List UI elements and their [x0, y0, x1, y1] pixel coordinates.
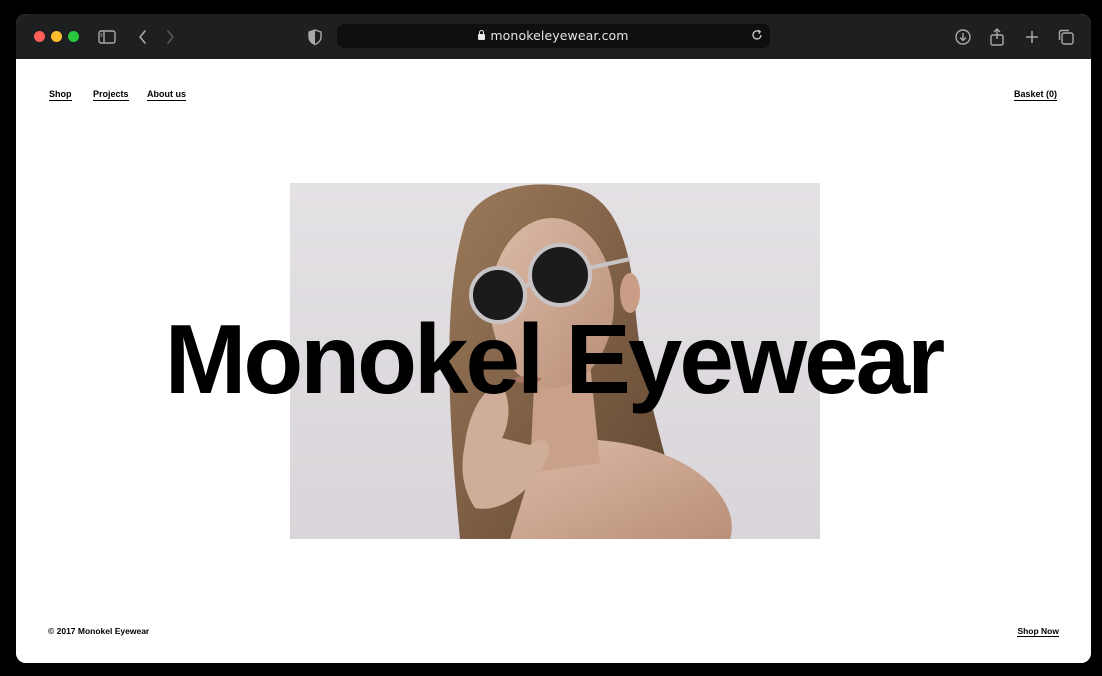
url-text: monokeleyewear.com: [490, 28, 629, 43]
address-bar[interactable]: monokeleyewear.com: [337, 24, 770, 48]
lock-icon: [478, 30, 486, 40]
nav-projects-link[interactable]: Projects: [93, 89, 129, 101]
new-tab-icon[interactable]: [1021, 26, 1043, 48]
nav-shop-link[interactable]: Shop: [49, 89, 72, 101]
forward-icon[interactable]: [159, 26, 181, 48]
share-icon[interactable]: [986, 26, 1008, 48]
footer-copyright: © 2017 Monokel Eyewear: [48, 626, 150, 636]
shield-icon[interactable]: [304, 26, 326, 48]
zoom-window-button[interactable]: [68, 31, 79, 42]
minimize-window-button[interactable]: [51, 31, 62, 42]
reload-icon[interactable]: [750, 28, 764, 42]
sidebar-icon[interactable]: [96, 26, 118, 48]
tabs-overview-icon[interactable]: [1055, 26, 1077, 48]
browser-window: monokeleyewear.com Shop Projects About u…: [16, 14, 1091, 663]
back-icon[interactable]: [132, 26, 154, 48]
hero-title: Monokel Eyewear: [164, 304, 945, 414]
nav-about-link[interactable]: About us: [147, 89, 186, 101]
browser-toolbar: monokeleyewear.com: [16, 14, 1091, 60]
download-icon[interactable]: [952, 26, 974, 48]
basket-link[interactable]: Basket (0): [1013, 89, 1057, 101]
web-page: Shop Projects About us Basket (0) Monoke…: [16, 59, 1091, 663]
close-window-button[interactable]: [34, 31, 45, 42]
shop-now-link[interactable]: Shop Now: [1017, 626, 1059, 637]
